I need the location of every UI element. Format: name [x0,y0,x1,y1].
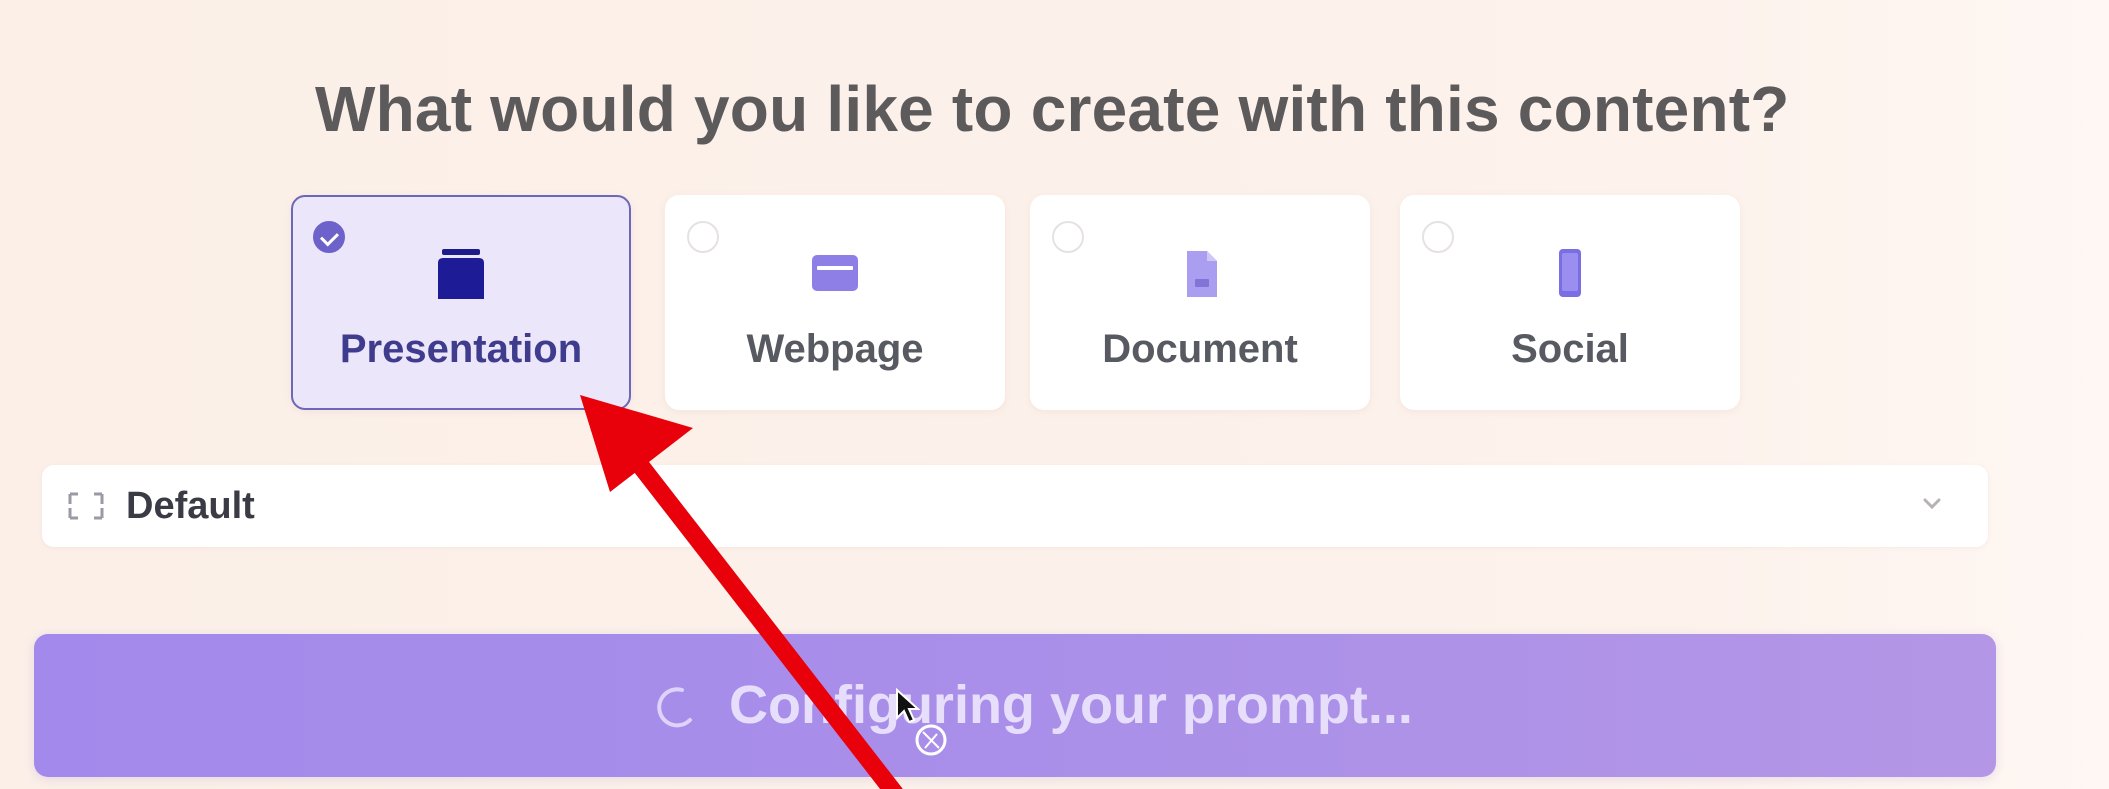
radio-checked-icon[interactable] [313,221,345,253]
radio-unchecked-icon[interactable] [687,221,719,253]
option-label: Presentation [339,327,583,371]
style-dropdown[interactable]: Default [42,465,1988,547]
social-icon [1559,249,1581,297]
option-card-document[interactable]: Document [1030,195,1370,410]
document-icon [1187,251,1217,297]
presentation-icon [438,249,484,299]
expand-icon [68,492,104,520]
option-label: Document [1102,327,1298,371]
configure-prompt-button[interactable]: Configuring your prompt... [34,634,1996,777]
radio-unchecked-icon[interactable] [1422,221,1454,253]
loading-spinner-icon [657,687,692,728]
mouse-cursor-icon [896,688,947,756]
option-card-social[interactable]: Social [1400,195,1740,410]
button-label: Configuring your prompt... [729,675,1413,735]
page-title: What would you like to create with this … [315,73,1790,145]
radio-unchecked-icon[interactable] [1052,221,1084,253]
option-card-webpage[interactable]: Webpage [665,195,1005,410]
option-card-presentation[interactable]: Presentation [291,195,631,410]
dropdown-value: Default [126,485,255,527]
option-label: Social [1511,327,1629,371]
webpage-icon [812,255,858,291]
chevron-down-icon[interactable] [1918,489,1946,517]
option-label: Webpage [746,327,924,371]
